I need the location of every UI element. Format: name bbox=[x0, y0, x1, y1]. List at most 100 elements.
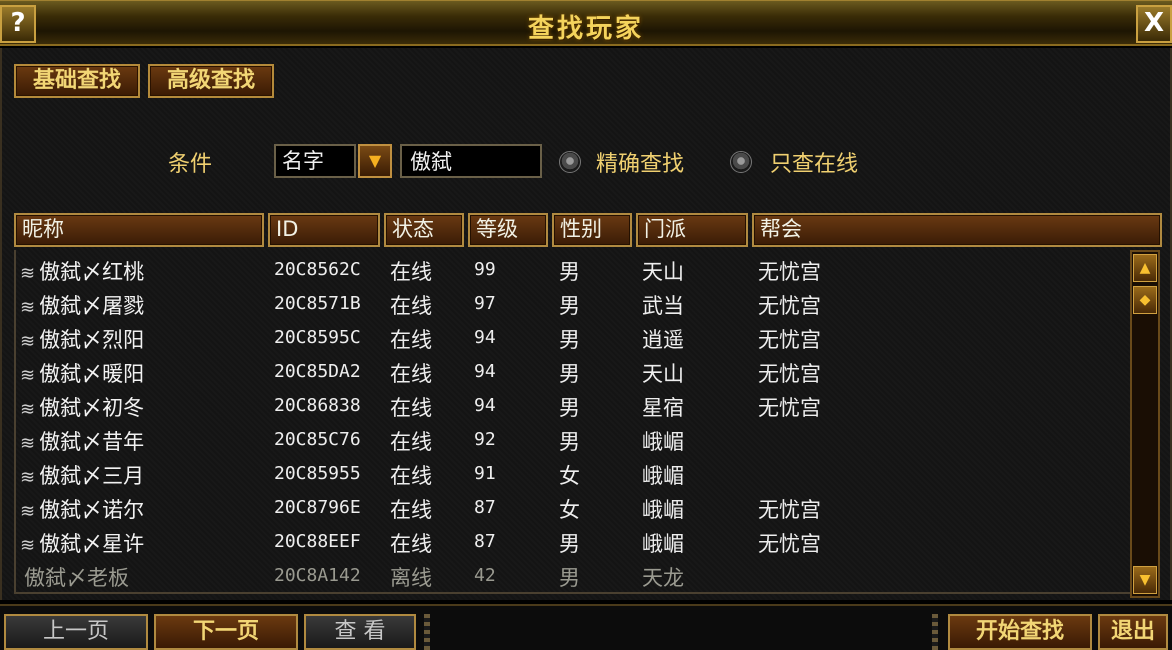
player-name: ≋ 傲弑〆诺尔 bbox=[20, 494, 144, 524]
player-guild: 无忧宫 bbox=[758, 294, 821, 318]
player-status: 在线 bbox=[390, 260, 432, 284]
table-row[interactable]: ≋ 傲弑〆烈阳 20C8595C 在线 94 男 逍遥 无忧宫 bbox=[16, 320, 1134, 354]
player-level: 99 bbox=[474, 259, 496, 280]
player-gender: 男 bbox=[559, 396, 580, 420]
table-row[interactable]: ≋ 傲弑〆星许 20C88EEF 在线 87 男 峨嵋 无忧宫 bbox=[16, 524, 1134, 558]
online-only-radio[interactable] bbox=[730, 151, 752, 173]
player-sect: 峨嵋 bbox=[642, 532, 684, 556]
player-name-text: 傲弑〆初冬 bbox=[39, 396, 145, 420]
title-bar: ? 查找玩家 X bbox=[0, 0, 1172, 46]
table-row[interactable]: ≋ 傲弑〆诺尔 20C8796E 在线 87 女 峨嵋 无忧宫 bbox=[16, 490, 1134, 524]
player-gender: 男 bbox=[559, 294, 580, 318]
player-name-text: 傲弑〆昔年 bbox=[39, 430, 145, 454]
player-id: 20C8595C bbox=[274, 327, 361, 348]
search-field-select[interactable]: 名字 bbox=[274, 144, 356, 178]
player-status: 离线 bbox=[390, 566, 432, 590]
table-row[interactable]: ≋ 傲弑〆屠戮 20C8571B 在线 97 男 武当 无忧宫 bbox=[16, 286, 1134, 320]
table-row[interactable]: ≋ 傲弑〆三月 20C85955 在线 91 女 峨嵋 bbox=[16, 456, 1134, 490]
prev-page-button[interactable]: 上一页 bbox=[4, 614, 148, 650]
bottom-toolbar: 上一页 下一页 查 看 开始查找 退出 bbox=[0, 604, 1172, 650]
player-status: 在线 bbox=[390, 532, 432, 556]
player-guild: 无忧宫 bbox=[758, 532, 821, 556]
player-name: ≋ 傲弑〆昔年 bbox=[20, 426, 144, 456]
scroll-thumb[interactable]: ◆ bbox=[1133, 286, 1157, 314]
column-header-level[interactable]: 等级 bbox=[468, 213, 548, 247]
player-guild: 无忧宫 bbox=[758, 260, 821, 284]
start-search-button[interactable]: 开始查找 bbox=[948, 614, 1092, 650]
player-status: 在线 bbox=[390, 498, 432, 522]
player-name: ≋ 傲弑〆星许 bbox=[20, 528, 144, 558]
player-id: 20C8796E bbox=[274, 497, 361, 518]
column-header-guild[interactable]: 帮会 bbox=[752, 213, 1162, 247]
player-name: ≋ 傲弑〆红桃 bbox=[20, 256, 144, 286]
player-name: ≋ 傲弑〆烈阳 bbox=[20, 324, 144, 354]
exit-button[interactable]: 退出 bbox=[1098, 614, 1168, 650]
player-gender: 男 bbox=[559, 362, 580, 386]
player-sect: 峨嵋 bbox=[642, 498, 684, 522]
player-guild: 无忧宫 bbox=[758, 396, 821, 420]
player-name-mark: ≋ bbox=[20, 535, 36, 556]
table-row[interactable]: ≋ 傲弑〆昔年 20C85C76 在线 92 男 峨嵋 bbox=[16, 422, 1134, 456]
player-sect: 峨嵋 bbox=[642, 430, 684, 454]
next-page-button[interactable]: 下一页 bbox=[154, 614, 298, 650]
arrow-up-icon[interactable]: ▲ bbox=[1133, 254, 1157, 282]
player-name-mark: ≋ bbox=[20, 297, 36, 318]
player-sect: 武当 bbox=[642, 294, 684, 318]
table-row[interactable]: 傲弑〆老板 20C8A142 离线 42 男 天龙 bbox=[16, 558, 1134, 592]
player-gender: 男 bbox=[559, 566, 580, 590]
player-list: ≋ 傲弑〆红桃 20C8562C 在线 99 男 天山 无忧宫 ≋ 傲弑〆屠戮 20… bbox=[14, 250, 1132, 594]
toolbar-divider bbox=[424, 614, 430, 650]
player-gender: 男 bbox=[559, 430, 580, 454]
player-name-mark: ≋ bbox=[20, 467, 36, 488]
player-name-mark: ≋ bbox=[20, 263, 36, 284]
table-row[interactable]: ≋ 傲弑〆红桃 20C8562C 在线 99 男 天山 无忧宫 bbox=[16, 252, 1134, 286]
column-header-nickname[interactable]: 昵称 bbox=[14, 213, 264, 247]
toolbar-divider bbox=[932, 614, 938, 650]
player-gender: 女 bbox=[559, 464, 580, 488]
player-name-text: 傲弑〆星许 bbox=[39, 532, 145, 556]
player-id: 20C85955 bbox=[274, 463, 361, 484]
player-id: 20C85DA2 bbox=[274, 361, 361, 382]
player-name: ≋ 傲弑〆初冬 bbox=[20, 392, 144, 422]
exact-search-radio[interactable] bbox=[559, 151, 581, 173]
player-name-text: 傲弑〆诺尔 bbox=[39, 498, 145, 522]
window-title: 查找玩家 bbox=[527, 14, 644, 44]
player-name-text: 傲弑〆三月 bbox=[39, 464, 145, 488]
chevron-down-icon[interactable]: ▼ bbox=[358, 144, 392, 178]
player-name-text: 傲弑〆红桃 bbox=[39, 260, 145, 284]
player-sect: 峨嵋 bbox=[642, 464, 684, 488]
player-name-text: 傲弑〆老板 bbox=[24, 566, 129, 590]
player-status: 在线 bbox=[390, 396, 432, 420]
player-guild: 无忧宫 bbox=[758, 362, 821, 386]
player-level: 87 bbox=[474, 497, 496, 518]
table-row[interactable]: ≋ 傲弑〆初冬 20C86838 在线 94 男 星宿 无忧宫 bbox=[16, 388, 1134, 422]
player-sect: 星宿 bbox=[642, 396, 684, 420]
arrow-down-icon[interactable]: ▼ bbox=[1133, 566, 1157, 594]
tab-advanced-search[interactable]: 高级查找 bbox=[148, 64, 274, 98]
player-level: 97 bbox=[474, 293, 496, 314]
player-level: 94 bbox=[474, 395, 496, 416]
search-input[interactable] bbox=[400, 144, 542, 178]
view-button[interactable]: 查 看 bbox=[304, 614, 416, 650]
tab-basic-search[interactable]: 基础查找 bbox=[14, 64, 140, 98]
player-gender: 男 bbox=[559, 328, 580, 352]
player-level: 91 bbox=[474, 463, 496, 484]
player-id: 20C8571B bbox=[274, 293, 361, 314]
player-gender: 男 bbox=[559, 532, 580, 556]
column-header-gender[interactable]: 性别 bbox=[552, 213, 632, 247]
player-name-mark: ≋ bbox=[20, 331, 36, 352]
player-level: 87 bbox=[474, 531, 496, 552]
column-header-sect[interactable]: 门派 bbox=[636, 213, 748, 247]
column-header-status[interactable]: 状态 bbox=[384, 213, 464, 247]
column-header-id[interactable]: ID bbox=[268, 213, 380, 247]
player-name: ≋ 傲弑〆三月 bbox=[20, 460, 144, 490]
player-sect: 天山 bbox=[642, 362, 684, 386]
player-sect: 天山 bbox=[642, 260, 684, 284]
table-row[interactable]: ≋ 傲弑〆暖阳 20C85DA2 在线 94 男 天山 无忧宫 bbox=[16, 354, 1134, 388]
player-id: 20C8562C bbox=[274, 259, 361, 280]
close-button[interactable]: X bbox=[1136, 5, 1172, 43]
list-scrollbar[interactable]: ▲ ◆ ▼ bbox=[1130, 250, 1160, 598]
player-name-text: 傲弑〆暖阳 bbox=[39, 362, 145, 386]
player-name: ≋ 傲弑〆屠戮 bbox=[20, 290, 144, 320]
player-name-text: 傲弑〆烈阳 bbox=[39, 328, 145, 352]
